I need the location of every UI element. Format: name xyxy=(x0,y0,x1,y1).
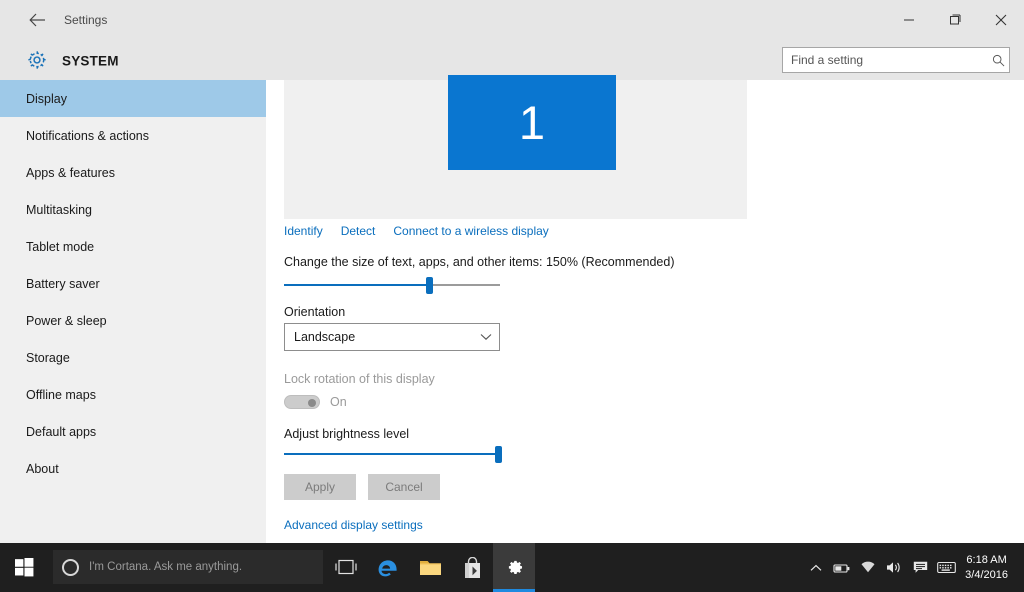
sidebar-item-apps-features[interactable]: Apps & features xyxy=(0,154,266,191)
sidebar-item-label: Notifications & actions xyxy=(26,128,149,143)
lock-rotation-toggle-knob xyxy=(308,399,316,407)
sidebar-item-multitasking[interactable]: Multitasking xyxy=(0,191,266,228)
scale-slider-rest-track xyxy=(429,284,500,286)
show-hidden-icons-chevron[interactable] xyxy=(803,543,829,592)
sidebar-item-label: Multitasking xyxy=(26,202,92,217)
battery-icon[interactable] xyxy=(829,543,855,592)
brightness-slider-filled-track xyxy=(284,453,498,455)
sidebar-item-tablet-mode[interactable]: Tablet mode xyxy=(0,228,266,265)
scale-slider-filled-track xyxy=(284,284,429,286)
lock-rotation-label: Lock rotation of this display xyxy=(284,372,435,386)
chevron-down-icon[interactable] xyxy=(473,333,499,341)
volume-icon[interactable] xyxy=(881,543,907,592)
lock-rotation-state-label: On xyxy=(330,395,347,409)
display-settings-panel: 1 Identify Detect Connect to a wireless … xyxy=(266,75,1024,543)
monitor-preview-1[interactable]: 1 xyxy=(448,75,616,170)
clock-time: 6:18 AM xyxy=(966,553,1007,566)
scale-label: Change the size of text, apps, and other… xyxy=(284,255,675,269)
action-center-icon[interactable] xyxy=(907,543,933,592)
orientation-dropdown[interactable]: Landscape xyxy=(284,323,500,351)
minimize-button[interactable] xyxy=(886,0,932,40)
cortana-placeholder-label: I'm Cortana. Ask me anything. xyxy=(89,561,243,573)
advanced-display-settings-link[interactable]: Advanced display settings xyxy=(284,518,423,532)
sidebar-item-display[interactable]: Display xyxy=(0,80,266,117)
sidebar-item-label: Tablet mode xyxy=(26,239,95,254)
search-input[interactable] xyxy=(783,48,987,72)
clock-date: 3/4/2016 xyxy=(965,568,1008,581)
close-button[interactable] xyxy=(978,0,1024,40)
system-tray: 6:18 AM 3/4/2016 xyxy=(803,543,1016,592)
sidebar-item-power-sleep[interactable]: Power & sleep xyxy=(0,302,266,339)
connect-wireless-display-link[interactable]: Connect to a wireless display xyxy=(393,224,548,238)
sidebar-item-battery-saver[interactable]: Battery saver xyxy=(0,265,266,302)
sidebar-item-offline-maps[interactable]: Offline maps xyxy=(0,376,266,413)
sidebar-item-label: Apps & features xyxy=(26,165,115,180)
taskbar-clock[interactable]: 6:18 AM 3/4/2016 xyxy=(965,553,1008,583)
scale-slider[interactable] xyxy=(284,276,500,294)
cortana-search-box[interactable]: I'm Cortana. Ask me anything. xyxy=(53,550,323,584)
search-icon[interactable] xyxy=(987,48,1009,72)
scale-slider-thumb[interactable] xyxy=(426,277,433,294)
taskbar-app-icons xyxy=(325,543,535,592)
brightness-slider-thumb[interactable] xyxy=(495,446,502,463)
display-action-links: Identify Detect Connect to a wireless di… xyxy=(284,224,549,238)
sidebar-item-default-apps[interactable]: Default apps xyxy=(0,413,266,450)
sidebar-item-label: Storage xyxy=(26,350,70,365)
sidebar-nav: Display Notifications & actions Apps & f… xyxy=(0,80,266,543)
orientation-label: Orientation xyxy=(284,305,346,319)
title-bar: Settings xyxy=(0,0,1024,40)
search-box[interactable] xyxy=(782,47,1010,73)
display-preview-panel[interactable]: 1 xyxy=(284,75,747,219)
maximize-button[interactable] xyxy=(932,0,978,40)
detect-link[interactable]: Detect xyxy=(341,224,376,238)
store-icon[interactable] xyxy=(451,543,493,592)
task-view-icon[interactable] xyxy=(325,543,367,592)
sidebar-item-label: Power & sleep xyxy=(26,313,107,328)
header-bar: SYSTEM xyxy=(0,40,1024,80)
lock-rotation-toggle[interactable] xyxy=(284,395,320,409)
orientation-selected-value: Landscape xyxy=(294,330,356,344)
brightness-label: Adjust brightness level xyxy=(284,427,410,441)
apply-button[interactable]: Apply xyxy=(284,474,356,500)
edge-browser-icon[interactable] xyxy=(367,543,409,592)
settings-window: Settings SYSTEM Find a setting Display N… xyxy=(0,0,1024,592)
cortana-circle-icon xyxy=(62,558,79,576)
gear-icon xyxy=(26,49,48,71)
app-title: Settings xyxy=(64,13,108,27)
windows-start-icon[interactable] xyxy=(0,543,48,592)
monitor-number-label: 1 xyxy=(518,96,546,149)
taskbar: I'm Cortana. Ask me anything. 6:18 AM 3/… xyxy=(0,543,1024,592)
sidebar-item-label: Default apps xyxy=(26,424,97,439)
back-arrow-icon[interactable] xyxy=(24,7,50,33)
sidebar-item-label: Battery saver xyxy=(26,276,100,291)
sidebar-item-label: Display xyxy=(26,91,67,106)
sidebar-item-about[interactable]: About xyxy=(0,450,266,487)
page-title: SYSTEM xyxy=(62,53,119,69)
sidebar-item-notifications-actions[interactable]: Notifications & actions xyxy=(0,117,266,154)
wifi-icon[interactable] xyxy=(855,543,881,592)
sidebar-item-label: About xyxy=(26,461,59,476)
sidebar-item-storage[interactable]: Storage xyxy=(0,339,266,376)
file-explorer-icon[interactable] xyxy=(409,543,451,592)
identify-link[interactable]: Identify xyxy=(284,224,323,238)
brightness-slider[interactable] xyxy=(284,445,502,463)
cancel-button[interactable]: Cancel xyxy=(368,474,440,500)
sidebar-item-label: Offline maps xyxy=(26,387,96,402)
touch-keyboard-icon[interactable] xyxy=(933,543,959,592)
window-controls xyxy=(886,0,1024,40)
settings-icon[interactable] xyxy=(493,543,535,592)
